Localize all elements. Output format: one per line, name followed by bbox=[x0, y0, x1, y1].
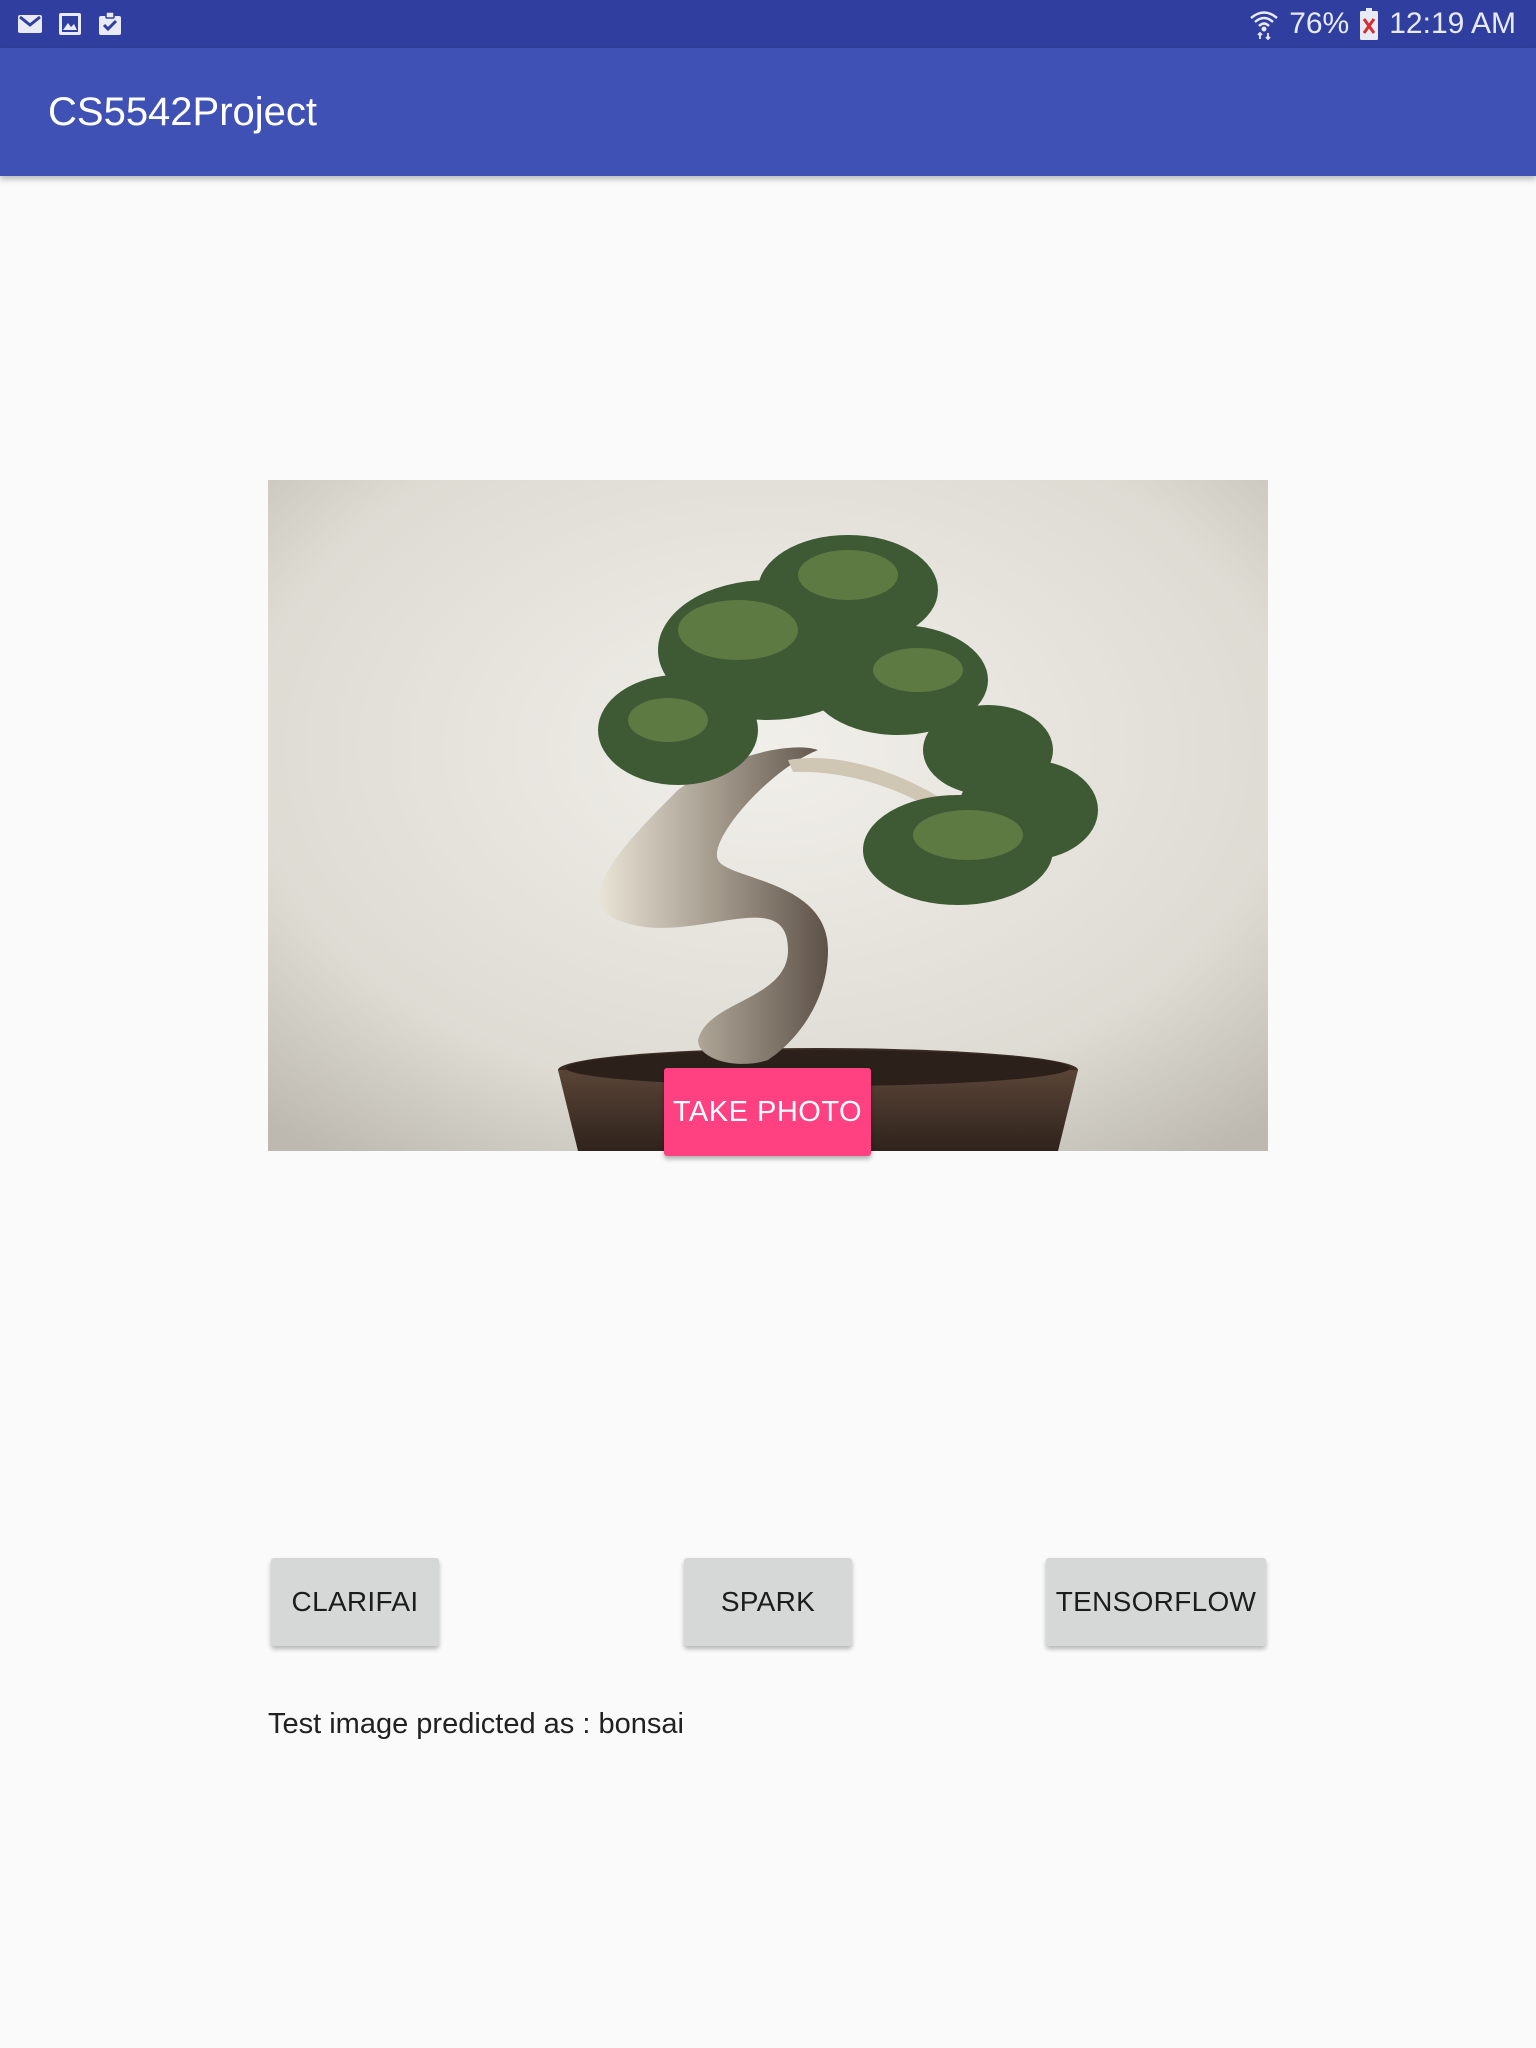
app-title: CS5542Project bbox=[48, 90, 318, 134]
clock: 12:19 AM bbox=[1389, 7, 1516, 40]
take-photo-button[interactable]: TAKE PHOTO bbox=[664, 1068, 871, 1156]
gallery-icon bbox=[59, 13, 81, 35]
spark-button[interactable]: SPARK bbox=[684, 1558, 852, 1646]
clipboard-check-icon bbox=[99, 11, 121, 35]
app-bar: CS5542Project bbox=[0, 48, 1536, 176]
system-status: 76% 12:19 AM bbox=[1249, 0, 1516, 48]
bonsai-photo bbox=[268, 480, 1268, 1151]
status-bar: 76% 12:19 AM bbox=[0, 0, 1536, 48]
clarifai-button[interactable]: CLARIFAI bbox=[271, 1558, 439, 1646]
notification-icons bbox=[16, 8, 124, 40]
gmail-icon bbox=[18, 15, 42, 33]
battery-percent: 76% bbox=[1289, 7, 1350, 40]
tensorflow-button[interactable]: TENSORFLOW bbox=[1046, 1558, 1266, 1646]
wifi-icon bbox=[1250, 11, 1278, 40]
battery-charging-icon bbox=[1360, 8, 1379, 40]
prediction-result: Test image predicted as : bonsai bbox=[268, 1708, 684, 1740]
